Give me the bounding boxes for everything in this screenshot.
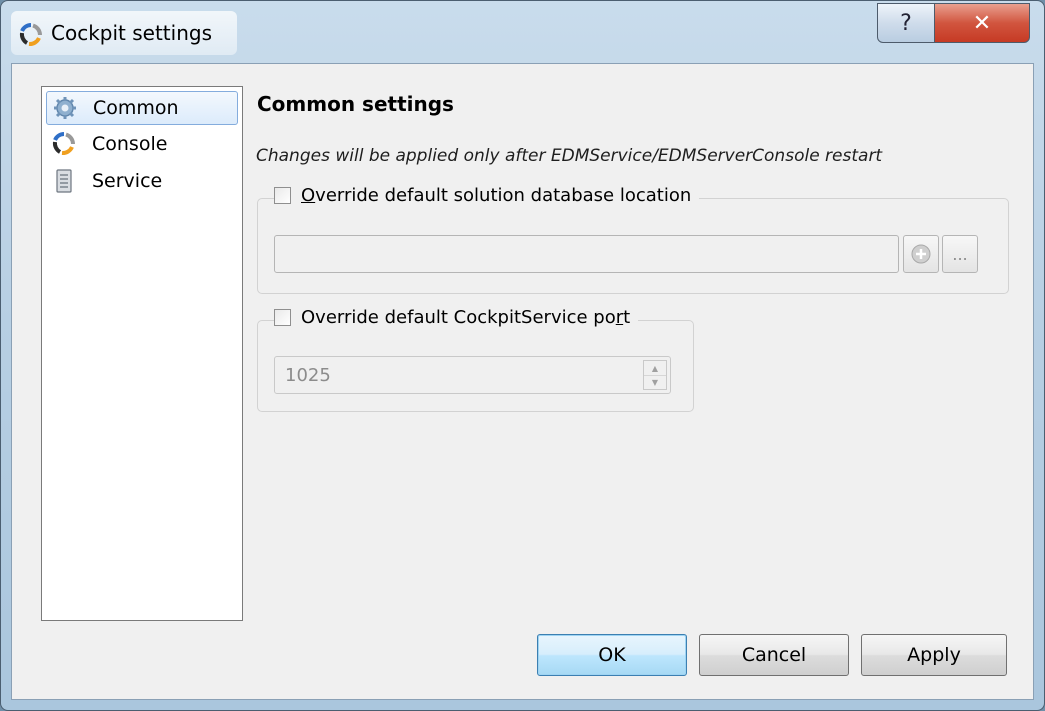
service-port-checkbox[interactable]: Override default CockpitService port	[274, 307, 639, 328]
checkbox-box[interactable]	[274, 187, 291, 204]
browse-button[interactable]: ...	[942, 235, 978, 273]
service-port-label: Override default CockpitService port	[301, 307, 630, 328]
ok-button[interactable]: OK	[537, 634, 687, 676]
port-value: 1025	[285, 365, 331, 386]
sidebar-item-label: Service	[92, 170, 163, 192]
settings-category-list[interactable]: Common Console Service	[41, 86, 243, 621]
spin-arrows: ▲ ▼	[643, 360, 667, 390]
cancel-button[interactable]: Cancel	[699, 634, 849, 676]
help-button[interactable]: ?	[877, 3, 935, 43]
db-location-label: Override default solution database locat…	[301, 185, 691, 206]
sidebar-item-label: Common	[93, 97, 179, 119]
label-part: t	[623, 307, 631, 328]
sidebar-item-console[interactable]: Console	[46, 127, 238, 161]
add-path-button[interactable]	[903, 235, 939, 273]
port-spinbox[interactable]: 1025 ▲ ▼	[274, 356, 671, 394]
page-title: Common settings	[257, 92, 454, 116]
label-part: Override default CockpitService po	[301, 307, 616, 328]
accelerator-key: O	[301, 185, 316, 206]
restart-note: Changes will be applied only after EDMSe…	[256, 146, 883, 166]
db-path-input[interactable]	[274, 235, 899, 273]
title-bar[interactable]: Cockpit settings ? ✕	[1, 1, 1044, 63]
window-title: Cockpit settings	[51, 21, 212, 45]
sidebar-item-service[interactable]: Service	[46, 164, 238, 198]
sidebar-item-common[interactable]: Common	[46, 91, 238, 125]
document-icon	[56, 169, 72, 193]
dialog-client-area: Common Console Service Common settings C…	[11, 63, 1034, 700]
dialog-window: Cockpit settings ? ✕ Common Console Serv…	[0, 0, 1045, 711]
label-part: verride default solution database locati…	[315, 185, 692, 206]
spin-up-button[interactable]: ▲	[644, 361, 666, 376]
plus-circle-icon	[911, 244, 931, 264]
cockpit-icon	[52, 132, 75, 155]
sidebar-item-label: Console	[92, 133, 168, 155]
close-icon: ✕	[972, 10, 992, 36]
question-mark-icon: ?	[900, 10, 912, 36]
browse-label: ...	[952, 244, 968, 264]
chevron-down-icon: ▼	[651, 377, 659, 387]
apply-button[interactable]: Apply	[861, 634, 1007, 676]
close-button[interactable]: ✕	[934, 3, 1030, 43]
db-location-checkbox[interactable]: Override default solution database locat…	[274, 185, 700, 206]
gear-icon	[54, 97, 76, 119]
chevron-up-icon: ▲	[651, 363, 659, 373]
spin-down-button[interactable]: ▼	[644, 375, 666, 389]
cockpit-icon	[19, 23, 42, 46]
checkbox-box[interactable]	[274, 309, 291, 326]
